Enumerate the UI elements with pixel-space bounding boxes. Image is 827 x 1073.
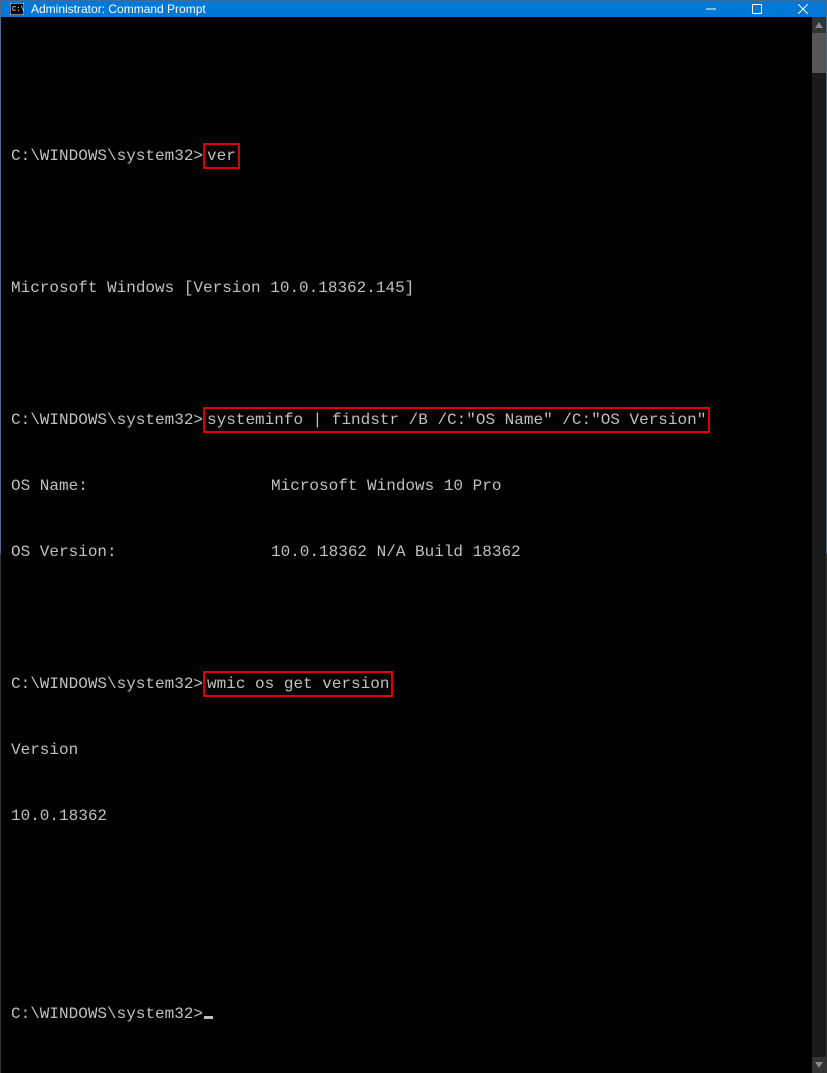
wmic-header: Version [11,739,808,761]
prompt-line-current: C:\WINDOWS\system32> [11,1003,808,1025]
prompt: C:\WINDOWS\system32> [11,147,203,165]
os-version-row: OS Version:10.0.18362 N/A Build 18362 [11,541,808,563]
scroll-up-button[interactable] [812,17,826,33]
wmic-value: 10.0.18362 [11,805,808,827]
prompt: C:\WINDOWS\system32> [11,675,203,693]
terminal-output[interactable]: C:\WINDOWS\system32>ver Microsoft Window… [1,17,812,1073]
svg-text:C:\: C:\ [12,6,24,14]
titlebar[interactable]: C:\ Administrator: Command Prompt [1,1,826,17]
os-version-label: OS Version: [11,541,271,563]
prompt-line-2: C:\WINDOWS\system32>systeminfo | findstr… [11,409,808,431]
window-controls [688,1,826,17]
cursor [204,1016,213,1019]
ver-output: Microsoft Windows [Version 10.0.18362.14… [11,277,808,299]
command-prompt-window: C:\ Administrator: Command Prompt C:\WIN… [0,0,827,554]
close-button[interactable] [780,1,826,17]
os-name-value: Microsoft Windows 10 Pro [271,475,501,497]
command-systeminfo: systeminfo | findstr /B /C:"OS Name" /C:… [203,407,710,433]
os-name-row: OS Name:Microsoft Windows 10 Pro [11,475,808,497]
command-wmic: wmic os get version [203,671,393,697]
content-area: C:\WINDOWS\system32>ver Microsoft Window… [1,17,826,1073]
scrollbar-thumb[interactable] [812,33,826,73]
scroll-down-button[interactable] [812,1057,826,1073]
command-ver: ver [203,143,240,169]
cmd-icon: C:\ [9,1,25,17]
prompt: C:\WINDOWS\system32> [11,411,203,429]
prompt: C:\WINDOWS\system32> [11,1005,203,1023]
scrollbar-track[interactable] [812,33,826,1057]
minimize-button[interactable] [688,1,734,17]
vertical-scrollbar[interactable] [812,17,826,1073]
prompt-line-1: C:\WINDOWS\system32>ver [11,145,808,167]
maximize-button[interactable] [734,1,780,17]
prompt-line-3: C:\WINDOWS\system32>wmic os get version [11,673,808,695]
window-title: Administrator: Command Prompt [31,2,688,16]
os-version-value: 10.0.18362 N/A Build 18362 [271,541,521,563]
os-name-label: OS Name: [11,475,271,497]
